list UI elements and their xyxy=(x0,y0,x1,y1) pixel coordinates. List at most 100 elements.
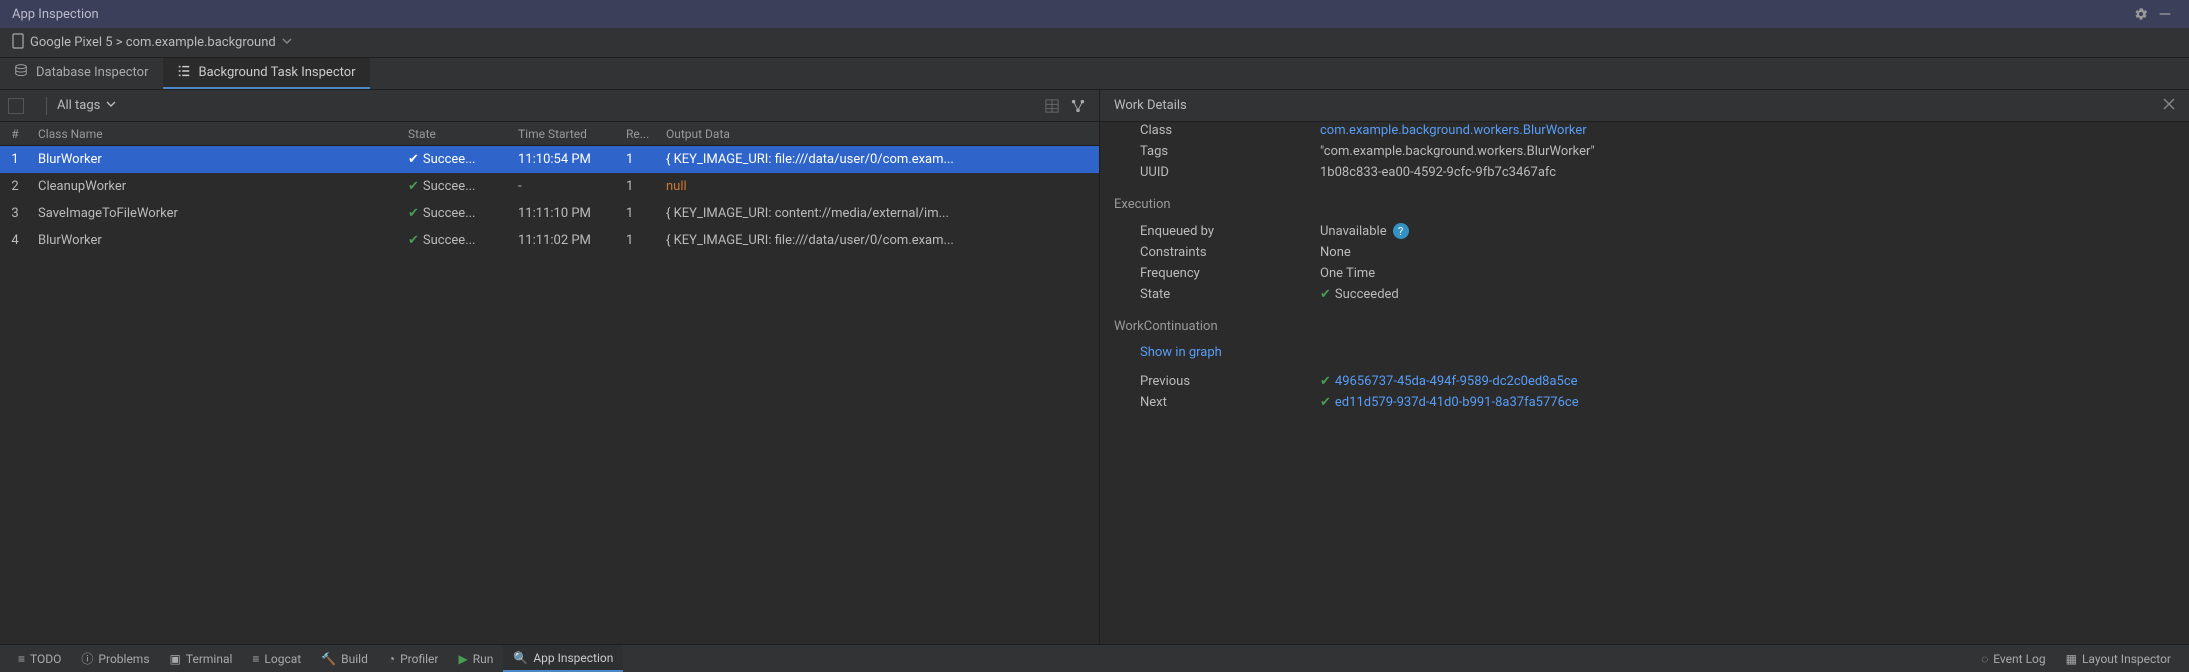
show-in-graph-link[interactable]: Show in graph xyxy=(1140,345,1222,360)
execution-heading: Execution xyxy=(1114,197,2175,212)
details-title: Work Details xyxy=(1114,98,1187,113)
frequency-key: Frequency xyxy=(1140,266,1320,281)
todo-button[interactable]: ≡TODO xyxy=(8,645,71,672)
frequency-value: One Time xyxy=(1320,266,2175,281)
cell-class: SaveImageToFileWorker xyxy=(30,206,400,221)
uuid-key: UUID xyxy=(1140,165,1320,180)
hammer-icon: 🔨 xyxy=(321,652,336,666)
state-value: ✔Succeeded xyxy=(1320,287,2175,302)
cell-time: 11:11:02 PM xyxy=(510,233,618,248)
cell-retries: 1 xyxy=(618,179,658,194)
log-icon: ◌ xyxy=(1981,652,1988,666)
col-header-class[interactable]: Class Name xyxy=(30,127,400,141)
table-body: 1BlurWorker✔Succee...11:10:54 PM1{ KEY_I… xyxy=(0,146,1099,644)
enqueued-key: Enqueued by xyxy=(1140,224,1320,239)
table-row[interactable]: 3SaveImageToFileWorker✔Succee...11:11:10… xyxy=(0,200,1099,227)
tab-background-task-inspector[interactable]: Background Task Inspector xyxy=(163,58,370,89)
logcat-icon: ≡ xyxy=(252,652,259,666)
problems-button[interactable]: ⓘProblems xyxy=(71,645,159,672)
layout-icon: ▦ xyxy=(2066,652,2077,666)
class-link[interactable]: com.example.background.workers.BlurWorke… xyxy=(1320,123,1587,138)
play-icon: ▶ xyxy=(458,652,467,666)
graph-view-icon[interactable] xyxy=(1065,93,1091,119)
enqueued-value: Unavailable? xyxy=(1320,223,2175,239)
title-bar: App Inspection xyxy=(0,0,2189,28)
cell-retries: 1 xyxy=(618,152,658,167)
search-icon: 🔍 xyxy=(513,651,528,665)
table-view-icon[interactable] xyxy=(1039,93,1065,119)
tags-filter-label: All tags xyxy=(57,98,100,113)
cell-num: 4 xyxy=(0,233,30,248)
task-toolbar: All tags xyxy=(0,90,1099,122)
class-key: Class xyxy=(1140,123,1320,138)
cell-output: null xyxy=(658,179,1099,194)
tags-value: "com.example.background.workers.BlurWork… xyxy=(1320,144,2175,159)
cell-class: CleanupWorker xyxy=(30,179,400,194)
tags-key: Tags xyxy=(1140,144,1320,159)
app-inspection-button[interactable]: 🔍App Inspection xyxy=(503,645,623,672)
cell-class: BlurWorker xyxy=(30,152,400,167)
gear-icon[interactable] xyxy=(2129,2,2153,26)
col-header-num[interactable]: # xyxy=(0,127,30,141)
tab-database-inspector[interactable]: Database Inspector xyxy=(0,58,163,89)
check-icon: ✔ xyxy=(408,179,419,194)
previous-key: Previous xyxy=(1140,374,1320,389)
cell-time: 11:10:54 PM xyxy=(510,152,618,167)
cell-time: 11:11:10 PM xyxy=(510,206,618,221)
gauge-icon: ◔ xyxy=(388,652,395,666)
col-header-retries[interactable]: Re... xyxy=(618,127,658,141)
table-row[interactable]: 4BlurWorker✔Succee...11:11:02 PM1{ KEY_I… xyxy=(0,227,1099,254)
next-link[interactable]: ed11d579-937d-41d0-b991-8a37fa5776ce xyxy=(1335,395,1579,410)
check-icon: ✔ xyxy=(408,206,419,221)
device-bar[interactable]: Google Pixel 5 > com.example.background xyxy=(0,28,2189,58)
run-button[interactable]: ▶Run xyxy=(448,645,503,672)
check-icon: ✔ xyxy=(408,233,419,248)
info-icon: ⓘ xyxy=(81,650,93,667)
cell-state: ✔Succee... xyxy=(400,179,510,194)
details-header: Work Details xyxy=(1100,90,2189,122)
device-label: Google Pixel 5 > com.example.background xyxy=(30,35,276,50)
constraints-key: Constraints xyxy=(1140,245,1320,260)
profiler-button[interactable]: ◔Profiler xyxy=(378,645,449,672)
cell-num: 1 xyxy=(0,152,30,167)
details-body: Classcom.example.background.workers.Blur… xyxy=(1100,122,2189,644)
build-button[interactable]: 🔨Build xyxy=(311,645,378,672)
previous-link[interactable]: 49656737-45da-494f-9589-dc2c0ed8a5ce xyxy=(1335,374,1578,389)
check-icon: ✔ xyxy=(1320,374,1331,389)
chevron-down-icon xyxy=(106,98,116,113)
col-header-time[interactable]: Time Started xyxy=(510,127,618,141)
info-icon[interactable]: ? xyxy=(1393,223,1409,239)
cell-state: ✔Succee... xyxy=(400,152,510,167)
close-icon[interactable] xyxy=(2163,98,2175,114)
check-icon: ✔ xyxy=(1320,395,1331,410)
tags-filter-dropdown[interactable]: All tags xyxy=(57,98,116,113)
device-icon xyxy=(12,33,24,53)
inspector-tabs: Database Inspector Background Task Inspe… xyxy=(0,58,2189,90)
chevron-down-icon xyxy=(282,35,292,50)
terminal-button[interactable]: ▣Terminal xyxy=(160,645,243,672)
cell-output: { KEY_IMAGE_URI: file:///data/user/0/com… xyxy=(658,233,1099,248)
table-row[interactable]: 2CleanupWorker✔Succee...-1null xyxy=(0,173,1099,200)
cell-output: { KEY_IMAGE_URI: file:///data/user/0/com… xyxy=(658,152,1099,167)
logcat-button[interactable]: ≡Logcat xyxy=(242,645,311,672)
cell-retries: 1 xyxy=(618,233,658,248)
layout-inspector-button[interactable]: ▦Layout Inspector xyxy=(2056,645,2181,672)
cell-time: - xyxy=(510,179,618,194)
table-row[interactable]: 1BlurWorker✔Succee...11:10:54 PM1{ KEY_I… xyxy=(0,146,1099,173)
minimize-icon[interactable] xyxy=(2153,2,2177,26)
col-header-state[interactable]: State xyxy=(400,127,510,141)
tab-label: Background Task Inspector xyxy=(199,65,356,80)
cell-state: ✔Succee... xyxy=(400,233,510,248)
uuid-value: 1b08c833-ea00-4592-9cfc-9fb7c3467afc xyxy=(1320,165,2175,180)
select-all-checkbox[interactable] xyxy=(8,98,24,114)
bottom-toolbar: ≡TODO ⓘProblems ▣Terminal ≡Logcat 🔨Build… xyxy=(0,644,2189,672)
cell-num: 2 xyxy=(0,179,30,194)
cell-output: { KEY_IMAGE_URI: content://media/externa… xyxy=(658,206,1099,221)
terminal-icon: ▣ xyxy=(170,652,181,666)
database-icon xyxy=(14,64,28,82)
table-header: # Class Name State Time Started Re... Ou… xyxy=(0,122,1099,146)
event-log-button[interactable]: ◌Event Log xyxy=(1971,645,2055,672)
cell-num: 3 xyxy=(0,206,30,221)
workcontinuation-heading: WorkContinuation xyxy=(1114,319,2175,334)
col-header-output[interactable]: Output Data xyxy=(658,127,1099,141)
